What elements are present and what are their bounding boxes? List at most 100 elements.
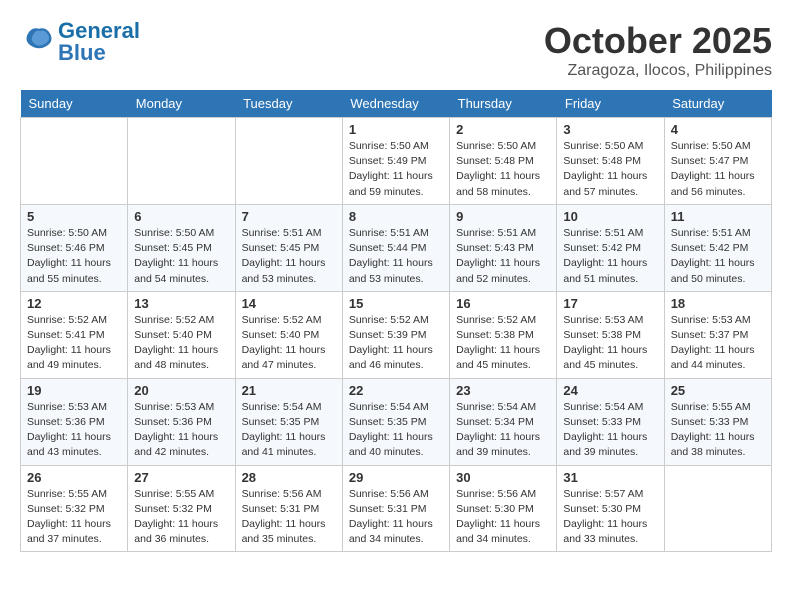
calendar-cell: 24 Sunrise: 5:54 AM Sunset: 5:33 PM Dayli…: [557, 378, 664, 465]
day-info: Sunrise: 5:52 AM Sunset: 5:40 PM Dayligh…: [134, 313, 228, 374]
day-number: 31: [563, 470, 657, 485]
day-number: 15: [349, 296, 443, 311]
day-number: 11: [671, 209, 765, 224]
day-number: 5: [27, 209, 121, 224]
day-number: 22: [349, 383, 443, 398]
day-number: 18: [671, 296, 765, 311]
day-info: Sunrise: 5:56 AM Sunset: 5:30 PM Dayligh…: [456, 487, 550, 548]
calendar-cell: 6 Sunrise: 5:50 AM Sunset: 5:45 PM Daylig…: [128, 204, 235, 291]
calendar-cell: 10 Sunrise: 5:51 AM Sunset: 5:42 PM Dayli…: [557, 204, 664, 291]
day-info: Sunrise: 5:53 AM Sunset: 5:36 PM Dayligh…: [134, 400, 228, 461]
day-info: Sunrise: 5:53 AM Sunset: 5:38 PM Dayligh…: [563, 313, 657, 374]
calendar-week-row: 26 Sunrise: 5:55 AM Sunset: 5:32 PM Dayli…: [21, 465, 772, 552]
calendar-cell: 21 Sunrise: 5:54 AM Sunset: 5:35 PM Dayli…: [235, 378, 342, 465]
day-number: 24: [563, 383, 657, 398]
day-info: Sunrise: 5:52 AM Sunset: 5:40 PM Dayligh…: [242, 313, 336, 374]
day-number: 21: [242, 383, 336, 398]
day-info: Sunrise: 5:51 AM Sunset: 5:44 PM Dayligh…: [349, 226, 443, 287]
day-number: 4: [671, 122, 765, 137]
calendar-cell: 22Sunrise: 5:54 AM Sunset: 5:35 PM Dayli…: [342, 378, 449, 465]
calendar-cell: 23 Sunrise: 5:54 AM Sunset: 5:34 PM Dayli…: [450, 378, 557, 465]
day-info: Sunrise: 5:50 AM Sunset: 5:45 PM Dayligh…: [134, 226, 228, 287]
calendar-cell: [235, 118, 342, 205]
weekday-header-sunday: Sunday: [21, 90, 128, 118]
title-block: October 2025 Zaragoza, Ilocos, Philippin…: [544, 20, 772, 80]
day-info: Sunrise: 5:50 AM Sunset: 5:47 PM Dayligh…: [671, 139, 765, 200]
calendar-cell: 17 Sunrise: 5:53 AM Sunset: 5:38 PM Dayli…: [557, 291, 664, 378]
calendar-cell: 19 Sunrise: 5:53 AM Sunset: 5:36 PM Dayli…: [21, 378, 128, 465]
calendar-cell: 4 Sunrise: 5:50 AM Sunset: 5:47 PM Daylig…: [664, 118, 771, 205]
day-number: 26: [27, 470, 121, 485]
calendar-cell: 16 Sunrise: 5:52 AM Sunset: 5:38 PM Dayli…: [450, 291, 557, 378]
calendar-cell: 13 Sunrise: 5:52 AM Sunset: 5:40 PM Dayli…: [128, 291, 235, 378]
calendar-cell: 3 Sunrise: 5:50 AM Sunset: 5:48 PM Daylig…: [557, 118, 664, 205]
day-info: Sunrise: 5:50 AM Sunset: 5:46 PM Dayligh…: [27, 226, 121, 287]
day-info: Sunrise: 5:56 AM Sunset: 5:31 PM Dayligh…: [349, 487, 443, 548]
day-number: 25: [671, 383, 765, 398]
day-number: 28: [242, 470, 336, 485]
weekday-header-wednesday: Wednesday: [342, 90, 449, 118]
calendar-cell: 28 Sunrise: 5:56 AM Sunset: 5:31 PM Dayli…: [235, 465, 342, 552]
calendar-cell: [664, 465, 771, 552]
calendar-cell: 25 Sunrise: 5:55 AM Sunset: 5:33 PM Dayli…: [664, 378, 771, 465]
calendar-cell: 12 Sunrise: 5:52 AM Sunset: 5:41 PM Dayli…: [21, 291, 128, 378]
calendar-cell: 30 Sunrise: 5:56 AM Sunset: 5:30 PM Dayli…: [450, 465, 557, 552]
day-info: Sunrise: 5:54 AM Sunset: 5:35 PM Dayligh…: [242, 400, 336, 461]
day-info: Sunrise: 5:50 AM Sunset: 5:48 PM Dayligh…: [456, 139, 550, 200]
day-number: 30: [456, 470, 550, 485]
day-info: Sunrise: 5:51 AM Sunset: 5:42 PM Dayligh…: [563, 226, 657, 287]
day-info: Sunrise: 5:53 AM Sunset: 5:36 PM Dayligh…: [27, 400, 121, 461]
day-info: Sunrise: 5:52 AM Sunset: 5:38 PM Dayligh…: [456, 313, 550, 374]
day-info: Sunrise: 5:54 AM Sunset: 5:33 PM Dayligh…: [563, 400, 657, 461]
location: Zaragoza, Ilocos, Philippines: [544, 62, 772, 80]
day-number: 19: [27, 383, 121, 398]
calendar-cell: 11 Sunrise: 5:51 AM Sunset: 5:42 PM Dayli…: [664, 204, 771, 291]
weekday-header-thursday: Thursday: [450, 90, 557, 118]
calendar-cell: 14Sunrise: 5:52 AM Sunset: 5:40 PM Dayli…: [235, 291, 342, 378]
day-number: 16: [456, 296, 550, 311]
day-info: Sunrise: 5:52 AM Sunset: 5:41 PM Dayligh…: [27, 313, 121, 374]
day-number: 13: [134, 296, 228, 311]
day-info: Sunrise: 5:51 AM Sunset: 5:43 PM Dayligh…: [456, 226, 550, 287]
calendar-week-row: 1Sunrise: 5:50 AM Sunset: 5:49 PM Daylig…: [21, 118, 772, 205]
calendar-cell: 9Sunrise: 5:51 AM Sunset: 5:43 PM Daylig…: [450, 204, 557, 291]
calendar-cell: 20 Sunrise: 5:53 AM Sunset: 5:36 PM Dayli…: [128, 378, 235, 465]
calendar-cell: 8 Sunrise: 5:51 AM Sunset: 5:44 PM Daylig…: [342, 204, 449, 291]
day-info: Sunrise: 5:56 AM Sunset: 5:31 PM Dayligh…: [242, 487, 336, 548]
calendar-cell: [21, 118, 128, 205]
day-number: 10: [563, 209, 657, 224]
calendar-cell: 5 Sunrise: 5:50 AM Sunset: 5:46 PM Daylig…: [21, 204, 128, 291]
day-number: 6: [134, 209, 228, 224]
day-info: Sunrise: 5:55 AM Sunset: 5:32 PM Dayligh…: [134, 487, 228, 548]
calendar-cell: 2Sunrise: 5:50 AM Sunset: 5:48 PM Daylig…: [450, 118, 557, 205]
calendar-cell: 31Sunrise: 5:57 AM Sunset: 5:30 PM Dayli…: [557, 465, 664, 552]
day-info: Sunrise: 5:50 AM Sunset: 5:48 PM Dayligh…: [563, 139, 657, 200]
day-info: Sunrise: 5:52 AM Sunset: 5:39 PM Dayligh…: [349, 313, 443, 374]
logo-blue: Blue: [58, 40, 106, 65]
calendar-cell: 7Sunrise: 5:51 AM Sunset: 5:45 PM Daylig…: [235, 204, 342, 291]
calendar-week-row: 5 Sunrise: 5:50 AM Sunset: 5:46 PM Daylig…: [21, 204, 772, 291]
calendar-cell: [128, 118, 235, 205]
weekday-header-friday: Friday: [557, 90, 664, 118]
calendar-cell: 15 Sunrise: 5:52 AM Sunset: 5:39 PM Dayli…: [342, 291, 449, 378]
day-info: Sunrise: 5:54 AM Sunset: 5:34 PM Dayligh…: [456, 400, 550, 461]
calendar-table: SundayMondayTuesdayWednesdayThursdayFrid…: [20, 90, 772, 552]
weekday-header-row: SundayMondayTuesdayWednesdayThursdayFrid…: [21, 90, 772, 118]
calendar-week-row: 12 Sunrise: 5:52 AM Sunset: 5:41 PM Dayli…: [21, 291, 772, 378]
day-number: 12: [27, 296, 121, 311]
day-info: Sunrise: 5:55 AM Sunset: 5:33 PM Dayligh…: [671, 400, 765, 461]
day-number: 17: [563, 296, 657, 311]
page-header: General Blue October 2025 Zaragoza, Iloc…: [20, 20, 772, 80]
day-number: 20: [134, 383, 228, 398]
day-info: Sunrise: 5:51 AM Sunset: 5:42 PM Dayligh…: [671, 226, 765, 287]
day-number: 8: [349, 209, 443, 224]
day-info: Sunrise: 5:53 AM Sunset: 5:37 PM Dayligh…: [671, 313, 765, 374]
day-info: Sunrise: 5:50 AM Sunset: 5:49 PM Dayligh…: [349, 139, 443, 200]
weekday-header-saturday: Saturday: [664, 90, 771, 118]
day-number: 3: [563, 122, 657, 137]
month-title: October 2025: [544, 20, 772, 62]
calendar-cell: 26Sunrise: 5:55 AM Sunset: 5:32 PM Dayli…: [21, 465, 128, 552]
calendar-week-row: 19 Sunrise: 5:53 AM Sunset: 5:36 PM Dayli…: [21, 378, 772, 465]
day-number: 23: [456, 383, 550, 398]
logo-text: General Blue: [58, 20, 140, 64]
